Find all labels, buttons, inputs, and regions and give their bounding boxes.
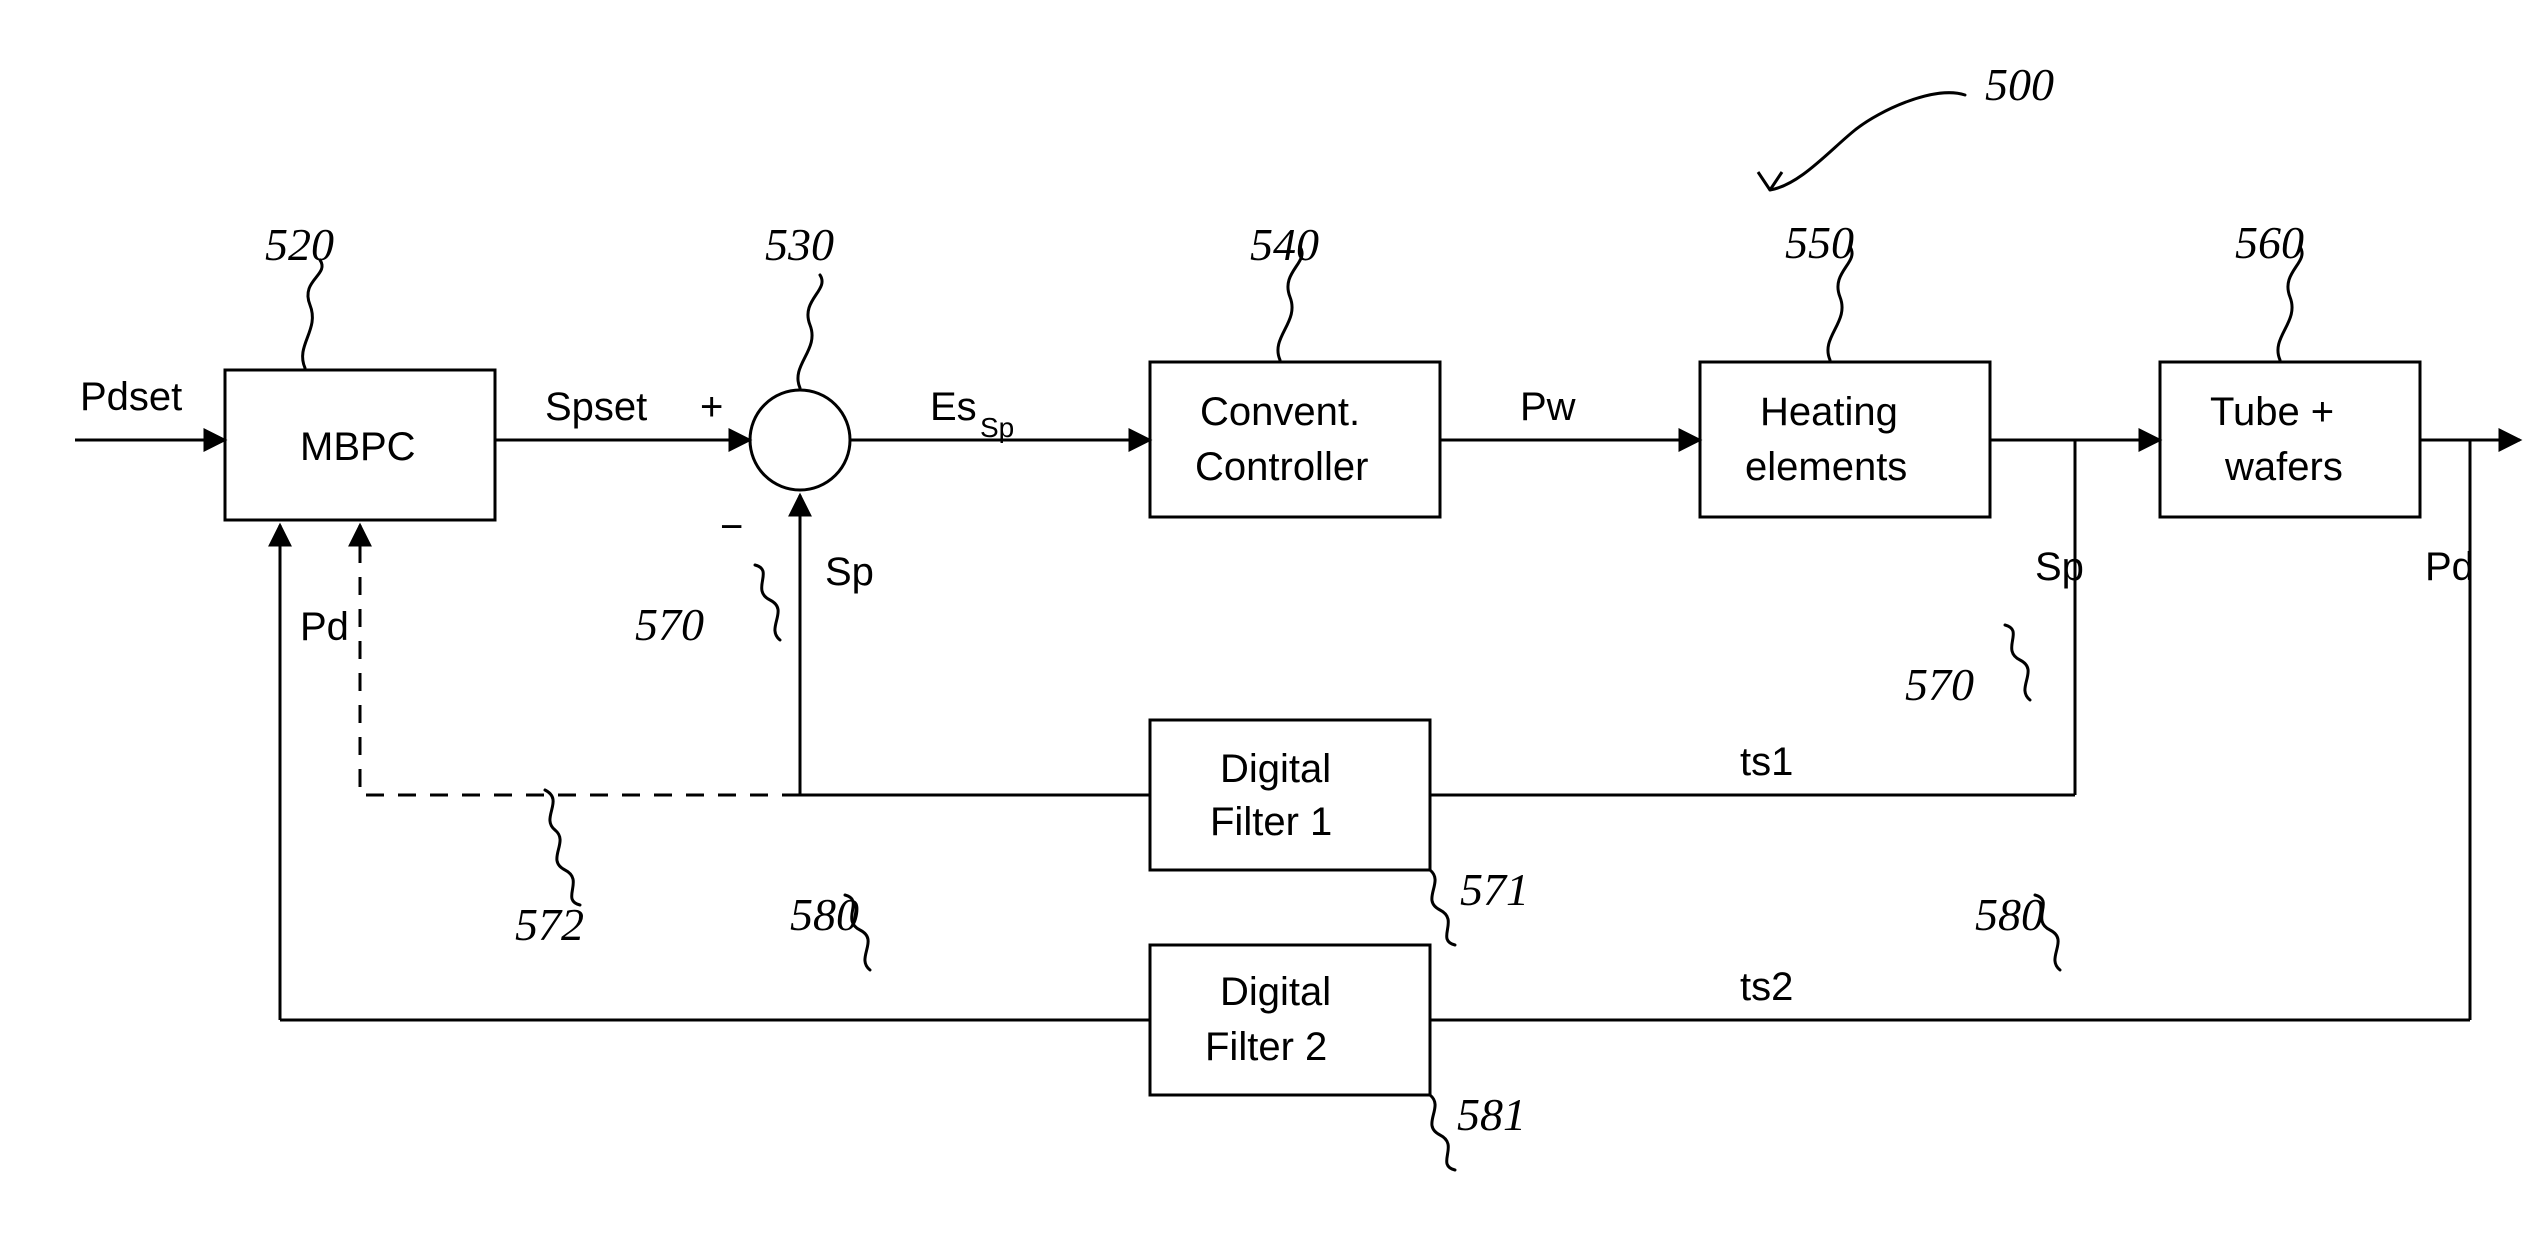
pw-arrow: Pw [1440,385,1700,440]
signal-pd-out: Pd [2425,545,2474,589]
signal-spset: Spset [545,385,647,429]
signal-sp-left: Sp [825,550,874,594]
ref-530: 530 [765,219,834,270]
signal-sp-right: Sp [2035,545,2084,589]
pd-feedback-path: Pd ts2 580 Pd 580 [280,440,2474,1020]
heating-block: Heating elements 550 [1700,217,1990,517]
df2-l2: Filter 2 [1205,1025,1327,1069]
df1-block: Digital Filter 1 571 [1150,720,1529,945]
ref-570-left: 570 [635,599,704,650]
sum-junction: + − 530 Es Sp [700,219,1150,549]
df2-block: Digital Filter 2 581 [1150,945,1526,1170]
block-diagram: 500 Pdset MBPC 520 Spset + − 530 Es Sp C… [0,0,2541,1234]
tw-l2: wafers [2224,445,2343,489]
ref-581: 581 [1457,1089,1526,1140]
signal-es: Es [930,385,977,429]
signal-ts1: ts1 [1740,740,1793,784]
df2-l1: Digital [1220,970,1331,1014]
ref-550: 550 [1785,217,1854,268]
signal-es-sub: Sp [980,412,1014,443]
sp-feedback-path: Sp 570 ts1 Sp 570 [635,440,2084,795]
heat-l1: Heating [1760,390,1898,434]
signal-pdset: Pdset [80,375,182,419]
tw-l1: Tube + [2210,390,2334,434]
mbpc-block: MBPC 520 [225,219,495,520]
ref-520: 520 [265,219,334,270]
ref-572: 572 [515,899,584,950]
heat-l2: elements [1745,445,1907,489]
sp-to-mbpc-dashed: 572 [360,525,800,950]
signal-pd-fb: Pd [300,605,349,649]
sum-minus: − [720,505,743,549]
df1-l1: Digital [1220,747,1331,791]
ref-580-right: 580 [1975,889,2044,940]
ref-560: 560 [2235,217,2304,268]
pdset-arrow: Pdset [75,375,225,440]
conv-controller-block: Convent. Controller 540 [1150,219,1440,517]
df1-l2: Filter 1 [1210,800,1332,844]
ref-500: 500 [1985,59,2054,110]
tube-wafers-block: Tube + wafers 560 [2160,217,2420,517]
conv-l2: Controller [1195,445,1368,489]
mbpc-label: MBPC [300,425,416,469]
sum-plus: + [700,385,723,429]
ref-571: 571 [1460,864,1529,915]
ref-580-left: 580 [790,889,859,940]
overall-ref: 500 [1758,59,2054,190]
signal-ts2: ts2 [1740,965,1793,1009]
conv-l1: Convent. [1200,390,1360,434]
signal-pw: Pw [1520,385,1576,429]
ref-540: 540 [1250,219,1319,270]
ref-570-right: 570 [1905,659,1974,710]
